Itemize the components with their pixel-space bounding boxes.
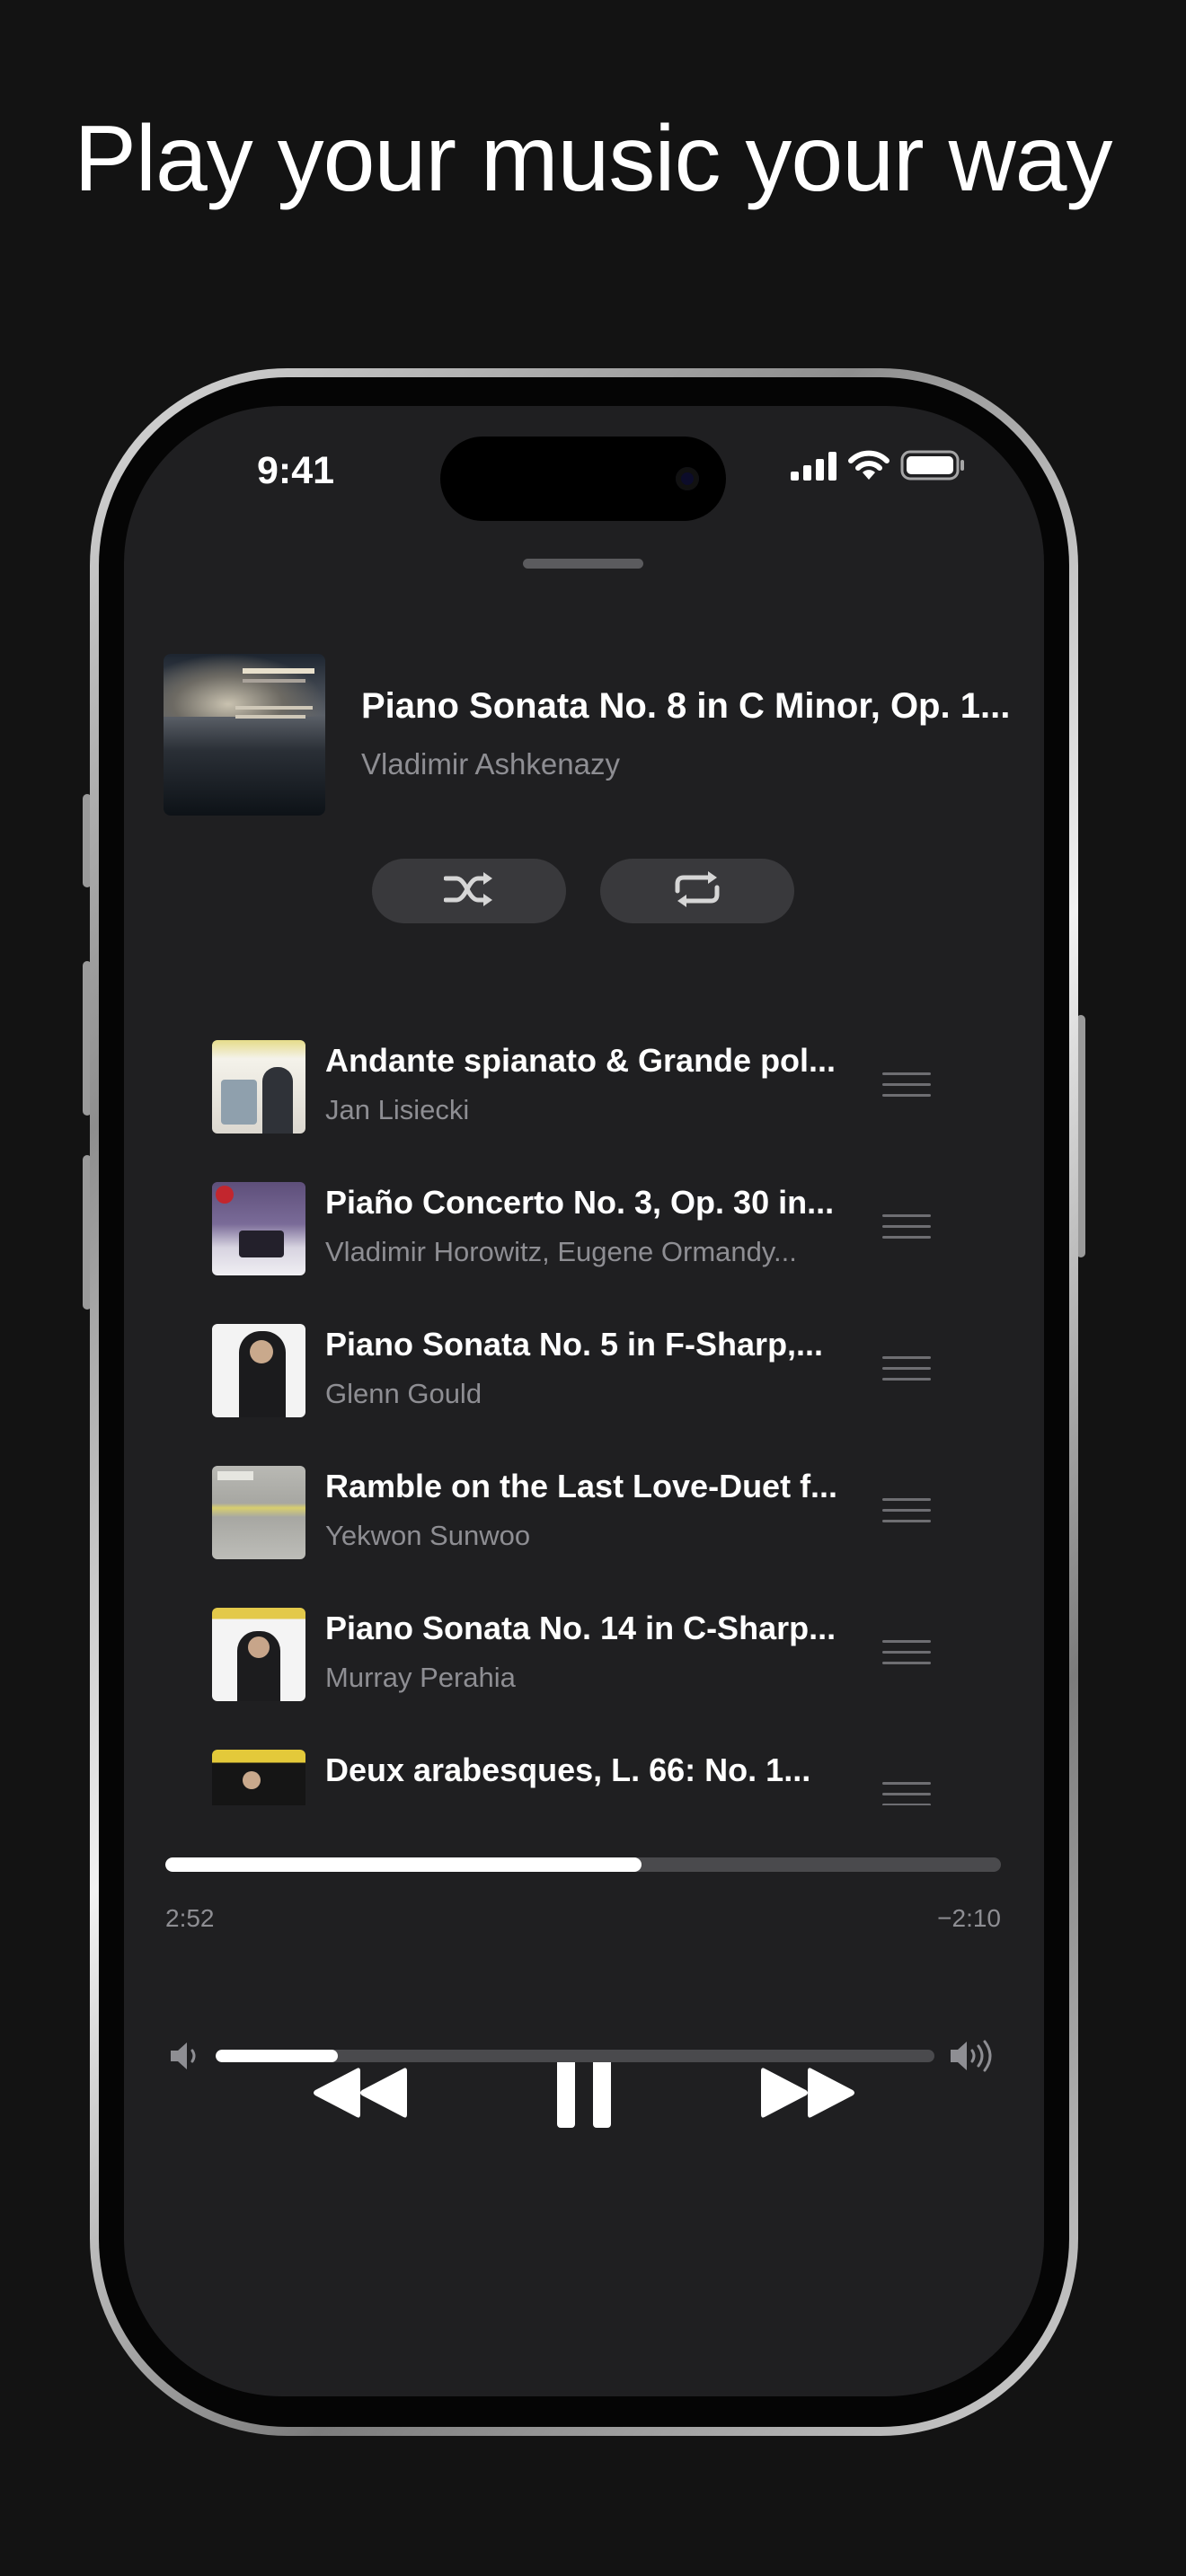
volume-low-icon: [169, 2041, 201, 2076]
reorder-handle-icon[interactable]: [882, 1072, 931, 1098]
queue-title: Piano Sonata No. 14 in C-Sharp...: [325, 1610, 836, 1646]
fast-forward-button[interactable]: [751, 2050, 868, 2139]
queue-artist: Vladimir Horowitz, Eugene Ormandy...: [325, 1236, 797, 1267]
dynamic-island: [440, 437, 726, 521]
repeat-icon: [672, 869, 722, 913]
queue-item[interactable]: Piano Sonata No. 5 in F-Sharp,... Glenn …: [212, 1317, 967, 1423]
queue-title: Deux arabesques, L. 66: No. 1...: [325, 1751, 811, 1788]
queue-artwork: [212, 1324, 305, 1417]
reorder-handle-icon[interactable]: [882, 1498, 931, 1523]
queue-artwork: [212, 1040, 305, 1134]
battery-icon: [900, 450, 965, 485]
queue-title: Piano Sonata No. 5 in F-Sharp,...: [325, 1326, 824, 1363]
volume-high-icon: [949, 2039, 997, 2078]
remaining-time: −2:10: [937, 1904, 1001, 1932]
queue-artwork: [212, 1608, 305, 1701]
queue-title: Andante spianato & Grande pol...: [325, 1042, 836, 1079]
queue-artwork: [212, 1750, 305, 1805]
sheet-grabber[interactable]: [523, 559, 643, 569]
queue-title: Ramble on the Last Love-Duet f...: [325, 1468, 837, 1504]
fast-forward-icon: [761, 2065, 858, 2125]
reorder-handle-icon[interactable]: [882, 1782, 931, 1805]
now-playing-title: Piano Sonata No. 8 in C Minor, Op. 1...: [361, 686, 1008, 726]
queue-item[interactable]: Piaño Concerto No. 3, Op. 30 in... Vladi…: [212, 1175, 967, 1281]
reorder-handle-icon[interactable]: [882, 1356, 931, 1381]
signal-icon: [791, 452, 837, 485]
queue-item[interactable]: Piano Sonata No. 14 in C-Sharp... Murray…: [212, 1601, 967, 1707]
queue-artwork: [212, 1182, 305, 1275]
repeat-button[interactable]: [600, 859, 794, 923]
queue-artist: Yekwon Sunwoo: [325, 1520, 531, 1551]
now-playing-artwork[interactable]: [164, 654, 325, 816]
rewind-button[interactable]: [300, 2050, 417, 2139]
queue-artist: Jan Lisiecki: [325, 1094, 470, 1125]
queue-artwork: [212, 1466, 305, 1559]
status-time: 9:41: [257, 449, 335, 492]
queue-title: Piaño Concerto No. 3, Op. 30 in...: [325, 1184, 835, 1221]
volume-slider[interactable]: [216, 2050, 934, 2062]
reorder-handle-icon[interactable]: [882, 1640, 931, 1665]
queue-item[interactable]: Deux arabesques, L. 66: No. 1...: [212, 1742, 967, 1805]
queue-artist: Glenn Gould: [325, 1378, 482, 1409]
shuffle-button[interactable]: [372, 859, 566, 923]
shuffle-icon: [443, 871, 494, 912]
now-playing-artist[interactable]: Vladimir Ashkenazy: [361, 747, 620, 781]
phone-screen: 9:41 Piano Sonata No. 8 in C Minor, Op. …: [124, 406, 1044, 2396]
rewind-icon: [310, 2065, 407, 2125]
wifi-icon: [848, 450, 890, 485]
reorder-handle-icon[interactable]: [882, 1214, 931, 1239]
pause-icon: [557, 2057, 611, 2132]
volume-fill: [216, 2050, 338, 2062]
elapsed-time: 2:52: [165, 1904, 215, 1932]
headline: Play your music your way: [74, 107, 1112, 211]
progress-fill: [165, 1857, 642, 1872]
queue-artist: Murray Perahia: [325, 1662, 516, 1693]
queue-item[interactable]: Andante spianato & Grande pol... Jan Lis…: [212, 1033, 967, 1139]
playback-progress-bar[interactable]: [165, 1857, 1001, 1872]
status-icons: [791, 450, 965, 485]
queue-item[interactable]: Ramble on the Last Love-Duet f... Yekwon…: [212, 1459, 967, 1565]
